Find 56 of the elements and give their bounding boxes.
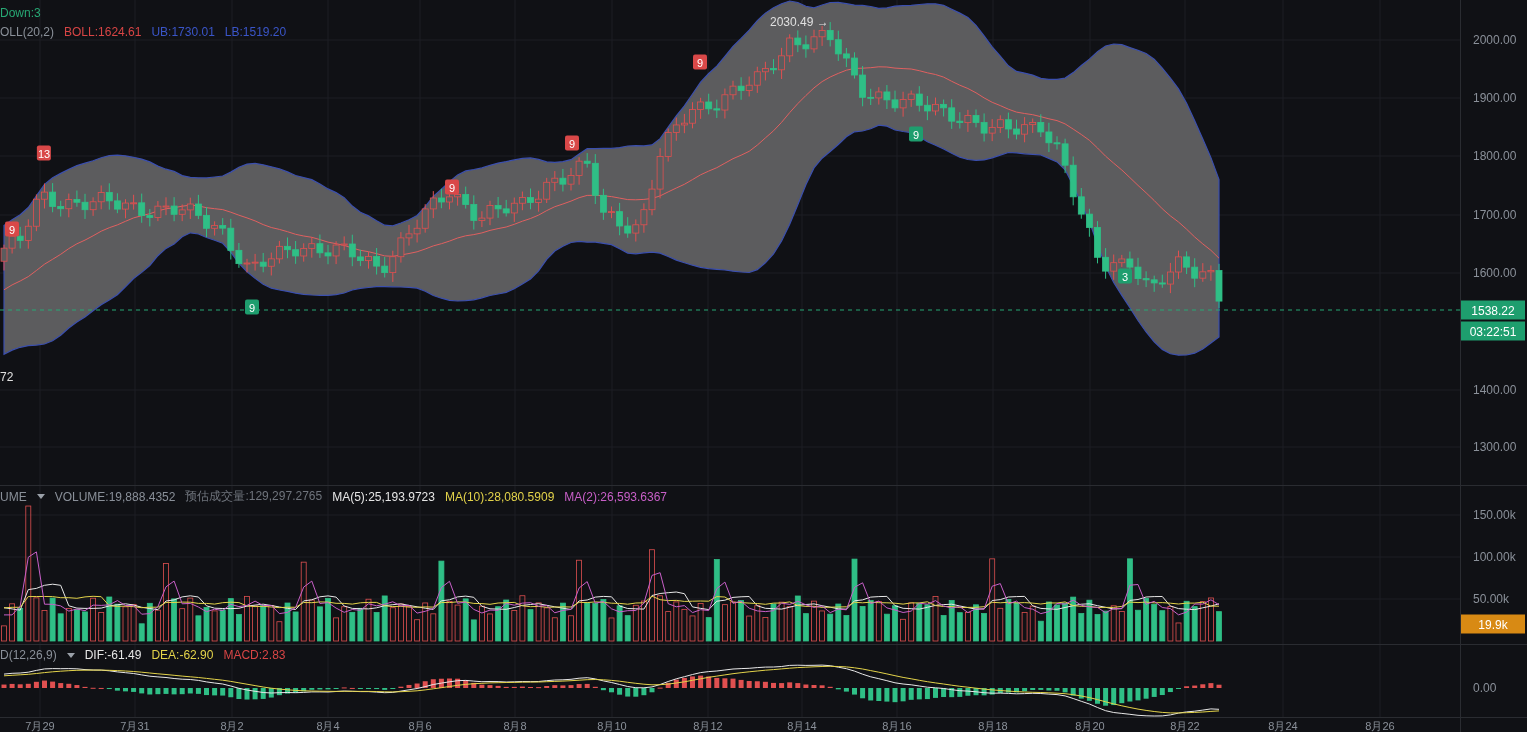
ma5-value: MA(5):25,193.9723 (332, 489, 435, 504)
date-label: 8月22 (1170, 719, 1200, 732)
date-label: 8月20 (1075, 719, 1105, 732)
last-volume-tag: 19.9k (1461, 614, 1525, 634)
indicator-name: OLL(20,2) (0, 25, 55, 39)
countdown-tag: 03:22:51 (1461, 321, 1525, 341)
high-price-label: 2030.49 → (770, 15, 829, 29)
axis-tick-label: 0.00 (1473, 681, 1497, 695)
signal-badge: 9 (445, 179, 459, 195)
dif-value: DIF:-61.49 (84, 648, 142, 662)
low-price-label: 72 (0, 370, 14, 384)
date-label: 8月14 (787, 719, 817, 732)
axis-tick-label: 1800.00 (1473, 149, 1517, 163)
caret-icon[interactable] (36, 494, 45, 499)
signal-badge: 9 (693, 54, 707, 70)
signal-badge: 9 (565, 135, 579, 151)
date-label: 8月10 (597, 719, 627, 732)
date-label: 8月6 (408, 719, 432, 732)
signal-badge: 13 (36, 145, 52, 161)
signal-badge: 9 (245, 299, 259, 315)
ma10-value: MA(10):28,080.5909 (444, 489, 555, 504)
macd-value: MACD:2.83 (223, 648, 286, 662)
date-label: 7月31 (120, 719, 150, 732)
axis-tick-label: 2000.00 (1473, 33, 1517, 47)
volume-value: VOLUME:19,888.4352 (54, 489, 176, 504)
status-text: Down:3 (0, 6, 41, 20)
axis-tick-label: 150.00k (1473, 508, 1516, 522)
axis-tick-label: 1900.00 (1473, 91, 1517, 105)
axis-tick-label: 50.00k (1473, 592, 1510, 606)
estimated-volume: 预估成交量:129,297.2765 (185, 488, 323, 505)
axis-tick-label: 100.00k (1473, 550, 1516, 564)
date-label: 8月4 (316, 719, 340, 732)
axis-tick-label: 1700.00 (1473, 208, 1517, 222)
signal-badge: 3 (1118, 268, 1132, 284)
date-label: 8月18 (978, 719, 1008, 732)
date-label: 7月29 (25, 719, 55, 732)
last-price-tag: 1538.22 (1461, 300, 1525, 320)
date-label: 8月16 (882, 719, 912, 732)
date-label: 8月12 (693, 719, 723, 732)
signal-badge: 9 (909, 126, 923, 142)
lower-band-value: LB:1519.20 (224, 25, 287, 39)
indicator-name: UME (0, 489, 27, 504)
date-label: 8月8 (503, 719, 527, 732)
signal-badge: 9 (5, 221, 19, 237)
axis-tick-label: 1300.00 (1473, 440, 1517, 454)
caret-icon[interactable] (66, 652, 75, 658)
ma2-value: MA(2):26,593.6367 (564, 489, 668, 504)
boll-value: BOLL:1624.61 (64, 25, 142, 39)
date-label: 8月26 (1365, 719, 1395, 732)
upper-band-value: UB:1730.01 (151, 25, 215, 39)
axis-tick-label: 1400.00 (1473, 383, 1517, 397)
axis-tick-label: 1600.00 (1473, 266, 1517, 280)
indicator-name: D(12,26,9) (0, 648, 57, 662)
date-label: 8月2 (220, 719, 244, 732)
date-label: 8月24 (1268, 719, 1298, 732)
dea-value: DEA:-62.90 (151, 648, 214, 662)
